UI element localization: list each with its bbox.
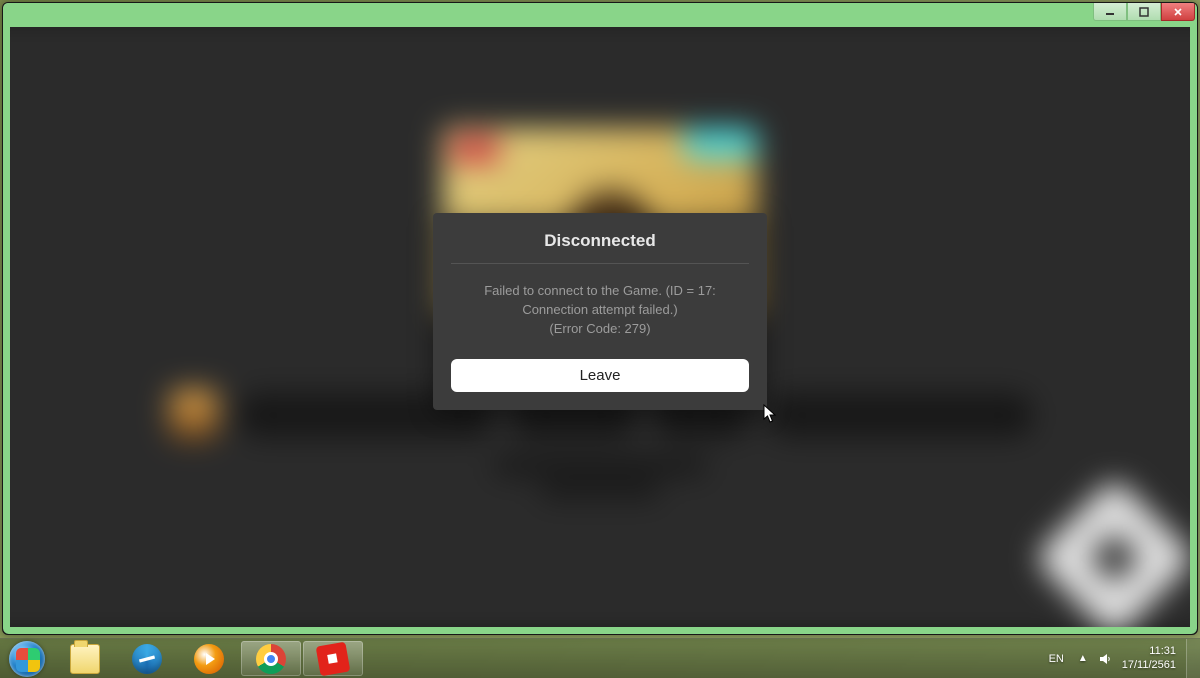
internet-explorer-icon (132, 644, 162, 674)
taskbar-item-ie[interactable] (117, 641, 177, 676)
window-title: Roblox (29, 8, 66, 22)
taskbar-item-media-player[interactable] (179, 641, 239, 676)
disconnected-dialog: Disconnected Failed to connect to the Ga… (433, 213, 767, 410)
taskbar-clock[interactable]: 11:31 17/11/2561 (1122, 645, 1180, 671)
taskbar: EN ▲ 11:31 17/11/2561 (0, 638, 1200, 678)
leave-button[interactable]: Leave (451, 359, 749, 392)
media-player-icon (194, 644, 224, 674)
clock-time: 11:31 (1122, 645, 1176, 658)
language-indicator[interactable]: EN (1045, 653, 1068, 665)
dialog-message: Failed to connect to the Game. (ID = 17:… (451, 282, 749, 339)
minimize-button[interactable] (1093, 3, 1127, 21)
dialog-message-line1: Failed to connect to the Game. (ID = 17:… (484, 283, 716, 317)
maximize-button[interactable] (1127, 3, 1161, 21)
chrome-icon (256, 644, 286, 674)
taskbar-item-chrome[interactable] (241, 641, 301, 676)
roblox-icon (316, 641, 351, 676)
clock-date: 17/11/2561 (1122, 659, 1176, 672)
start-button[interactable] (0, 639, 54, 678)
dialog-message-line2: (Error Code: 279) (549, 321, 650, 336)
windows-logo-icon (9, 641, 45, 677)
roblox-icon (9, 8, 23, 22)
show-desktop-button[interactable] (1186, 639, 1200, 678)
window-controls (1093, 3, 1195, 21)
file-explorer-icon (70, 644, 100, 674)
window-titlebar[interactable]: Roblox (3, 3, 1197, 27)
system-tray: EN ▲ 11:31 17/11/2561 (1039, 639, 1186, 678)
close-button[interactable] (1161, 3, 1195, 21)
tray-overflow-icon[interactable]: ▲ (1078, 653, 1088, 664)
dialog-title: Disconnected (451, 231, 749, 264)
game-client-area: Disconnected Failed to connect to the Ga… (10, 27, 1190, 627)
app-window: Roblox (2, 2, 1198, 635)
volume-icon[interactable] (1098, 652, 1112, 666)
mouse-cursor-icon (763, 404, 777, 424)
taskbar-item-roblox[interactable] (303, 641, 363, 676)
taskbar-item-explorer[interactable] (55, 641, 115, 676)
